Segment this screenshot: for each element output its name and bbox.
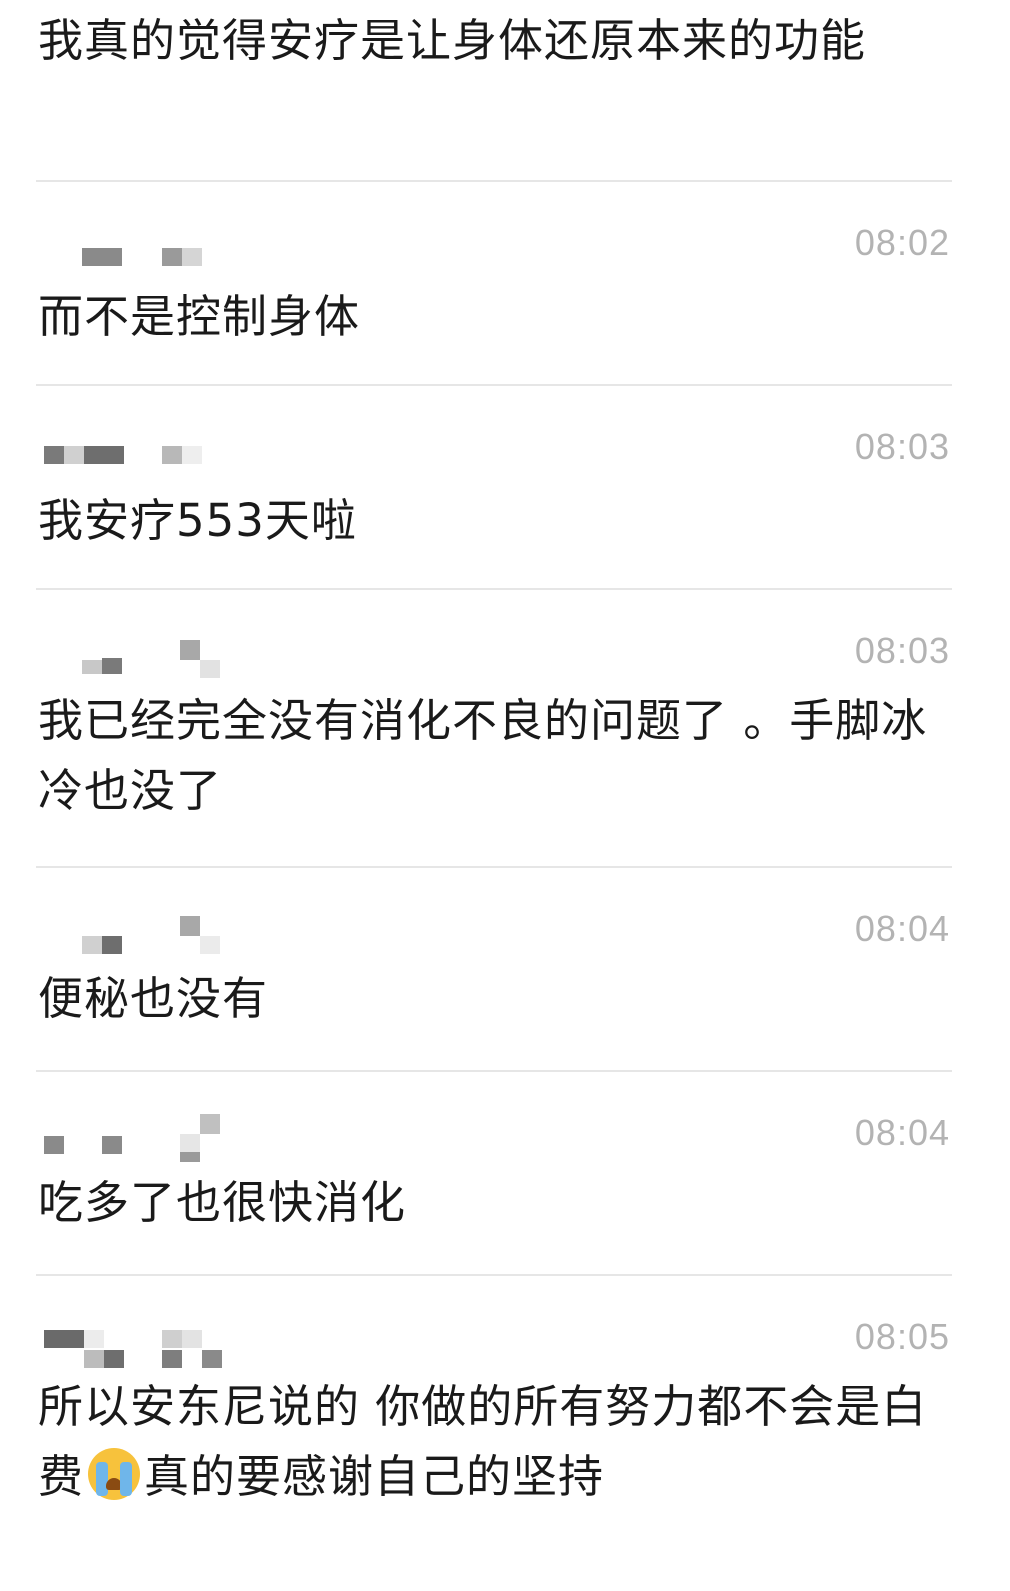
chat-message[interactable]: 08:03 我安疗553天啦 (38, 426, 950, 556)
message-text: 我安疗553天啦 (38, 494, 357, 547)
blurred-username (38, 222, 238, 282)
previous-message-text: 我真的觉得安疗是让身体还原本来的功能 (38, 14, 867, 67)
blurred-username (38, 1316, 238, 1376)
message-text: 我已经完全没有消化不良的问题了 。手脚冰冷也没了 (38, 694, 928, 817)
message-time: 08:04 (854, 908, 950, 949)
divider (36, 866, 952, 868)
message-text: 而不是控制身体 (38, 290, 361, 343)
divider (36, 180, 952, 182)
chat-message[interactable]: 08:05 所以安东尼说的 你做的所有努力都不会是白费 真的要感谢自己的坚持 (38, 1316, 950, 1526)
loudly-crying-face-emoji (88, 1448, 141, 1500)
message-time: 08:04 (854, 1112, 950, 1153)
message-time: 08:03 (854, 630, 950, 671)
divider (36, 1070, 952, 1072)
message-text: 所以安东尼说的 你做的所有努力都不会是白费 真的要感谢自己的坚持 (38, 1372, 938, 1512)
blurred-username (38, 630, 238, 690)
divider (36, 1274, 952, 1276)
chat-message[interactable]: 08:03 我已经完全没有消化不良的问题了 。手脚冰冷也没了 (38, 630, 950, 840)
chat-message[interactable]: 08:02 而不是控制身体 (38, 222, 950, 352)
chat-message[interactable]: 08:04 便秘也没有 (38, 908, 950, 1038)
message-time: 08:03 (854, 426, 950, 467)
blurred-username (38, 1112, 238, 1172)
message-text: 吃多了也很快消化 (38, 1176, 407, 1229)
message-time: 08:05 (854, 1316, 950, 1357)
divider (36, 588, 952, 590)
blurred-username (38, 426, 238, 486)
message-text-part: 真的要感谢自己的坚持 (144, 1450, 605, 1503)
chat-message[interactable]: 08:04 吃多了也很快消化 (38, 1112, 950, 1242)
message-text: 便秘也没有 (38, 972, 269, 1025)
message-time: 08:02 (854, 222, 950, 263)
divider (36, 384, 952, 386)
blurred-username (38, 908, 238, 968)
